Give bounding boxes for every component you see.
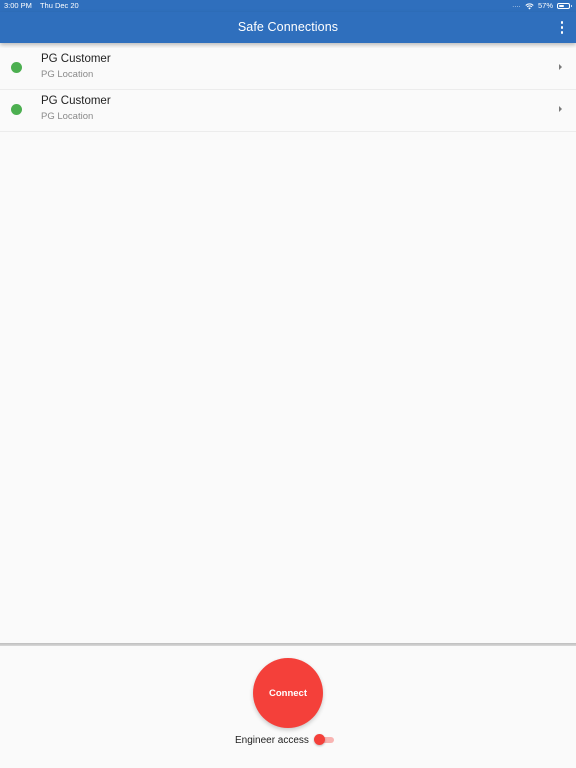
battery-percent: 57% <box>537 1 553 10</box>
connection-title: PG Customer <box>41 95 111 107</box>
connection-subtitle: PG Location <box>41 111 94 122</box>
connection-title: PG Customer <box>41 53 111 65</box>
engineer-access-label: Engineer access <box>235 735 309 746</box>
status-time-date: 3:00 PM Thu Dec 20 <box>4 0 87 12</box>
connection-list: PG Customer PG Location PG Customer PG L… <box>0 48 576 132</box>
chevron-right-icon <box>559 64 562 70</box>
app-bar: Safe Connections <box>0 12 576 43</box>
connection-subtitle: PG Location <box>41 69 94 80</box>
connection-item[interactable]: PG Customer PG Location <box>0 48 576 90</box>
toggle-thumb <box>314 734 325 745</box>
engineer-access-toggle[interactable] <box>314 734 334 746</box>
battery-icon <box>557 3 572 9</box>
status-dot-icon <box>11 62 22 73</box>
more-vertical-icon[interactable] <box>558 21 566 34</box>
status-date: Thu Dec 20 <box>39 1 79 10</box>
connection-item[interactable]: PG Customer PG Location <box>0 90 576 132</box>
page-title: Safe Connections <box>237 20 339 34</box>
battery-level <box>559 5 564 7</box>
status-time: 3:00 PM <box>4 1 32 10</box>
connect-button[interactable]: Connect <box>253 658 323 728</box>
status-dot-icon <box>11 104 22 115</box>
status-indicators: .... 57% <box>512 0 572 12</box>
bottom-panel: Connect Engineer access <box>0 646 576 768</box>
status-bar: 3:00 PM Thu Dec 20 .... 57% <box>0 0 576 12</box>
engineer-access-row: Engineer access <box>0 734 576 748</box>
signal-icon: .... <box>512 3 521 9</box>
wifi-icon <box>525 2 534 9</box>
chevron-right-icon <box>559 106 562 112</box>
